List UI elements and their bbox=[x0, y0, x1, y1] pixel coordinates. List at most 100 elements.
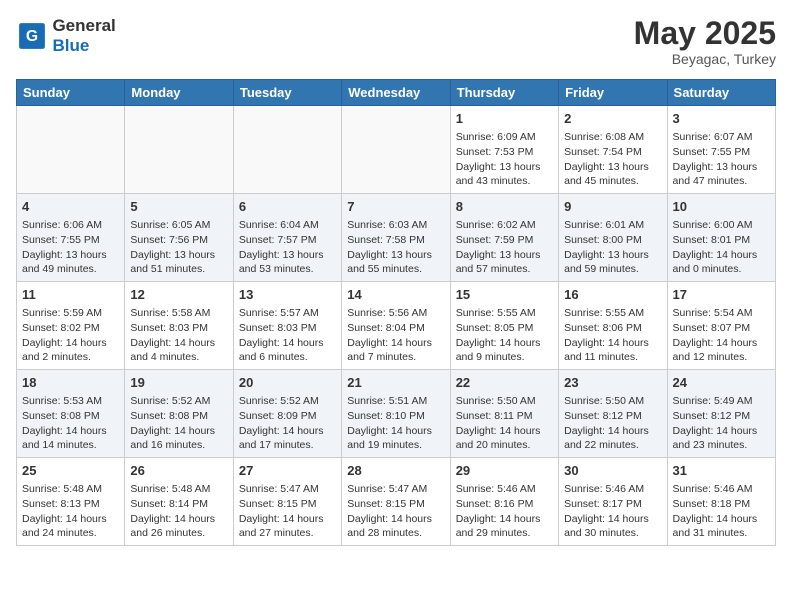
day-info-line: Daylight: 14 hours bbox=[564, 424, 661, 439]
calendar-cell: 12Sunrise: 5:58 AMSunset: 8:03 PMDayligh… bbox=[125, 282, 233, 370]
day-number: 23 bbox=[564, 374, 661, 392]
day-info-line: and 29 minutes. bbox=[456, 526, 553, 541]
weekday-header-wednesday: Wednesday bbox=[342, 80, 450, 106]
month-title: May 2025 bbox=[634, 16, 776, 51]
day-number: 29 bbox=[456, 462, 553, 480]
day-info-line: Sunset: 8:06 PM bbox=[564, 321, 661, 336]
calendar-cell bbox=[233, 106, 341, 194]
day-info-line: Sunset: 8:16 PM bbox=[456, 497, 553, 512]
calendar-cell: 31Sunrise: 5:46 AMSunset: 8:18 PMDayligh… bbox=[667, 457, 775, 545]
day-info-line: Sunrise: 5:57 AM bbox=[239, 306, 336, 321]
day-info-line: Sunrise: 6:01 AM bbox=[564, 218, 661, 233]
day-number: 16 bbox=[564, 286, 661, 304]
calendar-week-5: 25Sunrise: 5:48 AMSunset: 8:13 PMDayligh… bbox=[17, 457, 776, 545]
day-info-line: Sunset: 8:10 PM bbox=[347, 409, 444, 424]
day-info-line: Sunset: 8:17 PM bbox=[564, 497, 661, 512]
day-info-line: Daylight: 14 hours bbox=[456, 424, 553, 439]
day-info-line: Sunrise: 5:47 AM bbox=[239, 482, 336, 497]
day-number: 3 bbox=[673, 110, 770, 128]
calendar-cell: 24Sunrise: 5:49 AMSunset: 8:12 PMDayligh… bbox=[667, 370, 775, 458]
day-info-line: Daylight: 14 hours bbox=[456, 512, 553, 527]
day-info-line: and 17 minutes. bbox=[239, 438, 336, 453]
day-info-line: Daylight: 13 hours bbox=[22, 248, 119, 263]
day-number: 5 bbox=[130, 198, 227, 216]
calendar-cell: 21Sunrise: 5:51 AMSunset: 8:10 PMDayligh… bbox=[342, 370, 450, 458]
calendar-cell: 6Sunrise: 6:04 AMSunset: 7:57 PMDaylight… bbox=[233, 194, 341, 282]
day-info-line: Daylight: 14 hours bbox=[673, 248, 770, 263]
day-info-line: Daylight: 14 hours bbox=[22, 512, 119, 527]
calendar-cell: 15Sunrise: 5:55 AMSunset: 8:05 PMDayligh… bbox=[450, 282, 558, 370]
day-info-line: Sunset: 7:56 PM bbox=[130, 233, 227, 248]
day-info-line: Sunrise: 5:48 AM bbox=[130, 482, 227, 497]
day-info-line: Sunrise: 5:50 AM bbox=[564, 394, 661, 409]
day-number: 22 bbox=[456, 374, 553, 392]
calendar-cell: 7Sunrise: 6:03 AMSunset: 7:58 PMDaylight… bbox=[342, 194, 450, 282]
day-info-line: Sunrise: 5:58 AM bbox=[130, 306, 227, 321]
day-info-line: Sunset: 8:05 PM bbox=[456, 321, 553, 336]
day-info-line: Daylight: 14 hours bbox=[673, 424, 770, 439]
day-info-line: Sunrise: 5:55 AM bbox=[456, 306, 553, 321]
day-info-line: and 0 minutes. bbox=[673, 262, 770, 277]
day-info-line: Sunset: 8:07 PM bbox=[673, 321, 770, 336]
day-number: 4 bbox=[22, 198, 119, 216]
calendar-cell: 30Sunrise: 5:46 AMSunset: 8:17 PMDayligh… bbox=[559, 457, 667, 545]
day-number: 20 bbox=[239, 374, 336, 392]
day-info-line: Sunrise: 5:46 AM bbox=[564, 482, 661, 497]
calendar-cell: 4 Sunrise: 6:06 AMSunset: 7:55 PMDaylight… bbox=[17, 194, 125, 282]
day-info-line: and 12 minutes. bbox=[673, 350, 770, 365]
day-info-line: Sunset: 8:04 PM bbox=[347, 321, 444, 336]
day-number: 31 bbox=[673, 462, 770, 480]
day-number: 7 bbox=[347, 198, 444, 216]
day-info-line: Sunset: 8:02 PM bbox=[22, 321, 119, 336]
day-info-line: and 14 minutes. bbox=[22, 438, 119, 453]
day-number: 18 bbox=[22, 374, 119, 392]
calendar-cell: 11Sunrise: 5:59 AMSunset: 8:02 PMDayligh… bbox=[17, 282, 125, 370]
day-info-line: Sunset: 7:55 PM bbox=[22, 233, 119, 248]
calendar-cell: 8Sunrise: 6:02 AMSunset: 7:59 PMDaylight… bbox=[450, 194, 558, 282]
day-info-line: Daylight: 14 hours bbox=[239, 424, 336, 439]
day-info-line: and 55 minutes. bbox=[347, 262, 444, 277]
calendar-cell: 10Sunrise: 6:00 AMSunset: 8:01 PMDayligh… bbox=[667, 194, 775, 282]
calendar-cell: 17Sunrise: 5:54 AMSunset: 8:07 PMDayligh… bbox=[667, 282, 775, 370]
day-info-line: Daylight: 13 hours bbox=[673, 160, 770, 175]
day-info-line: Sunrise: 5:56 AM bbox=[347, 306, 444, 321]
calendar-cell: 2Sunrise: 6:08 AMSunset: 7:54 PMDaylight… bbox=[559, 106, 667, 194]
day-info-line: Daylight: 14 hours bbox=[673, 512, 770, 527]
day-info-line: Sunset: 8:03 PM bbox=[130, 321, 227, 336]
title-block: May 2025 Beyagac, Turkey bbox=[634, 16, 776, 67]
day-info-line: Sunset: 8:15 PM bbox=[347, 497, 444, 512]
day-number: 24 bbox=[673, 374, 770, 392]
day-info-line: Daylight: 14 hours bbox=[347, 336, 444, 351]
logo: G General Blue bbox=[16, 16, 116, 56]
day-info-line: and 22 minutes. bbox=[564, 438, 661, 453]
day-number: 10 bbox=[673, 198, 770, 216]
day-number: 28 bbox=[347, 462, 444, 480]
weekday-header-friday: Friday bbox=[559, 80, 667, 106]
calendar-cell: 5 Sunrise: 6:05 AMSunset: 7:56 PMDaylight… bbox=[125, 194, 233, 282]
day-number: 25 bbox=[22, 462, 119, 480]
day-info-line: and 53 minutes. bbox=[239, 262, 336, 277]
calendar-cell bbox=[125, 106, 233, 194]
day-number: 17 bbox=[673, 286, 770, 304]
weekday-header-saturday: Saturday bbox=[667, 80, 775, 106]
logo-general: General bbox=[52, 16, 115, 35]
day-info-line: and 51 minutes. bbox=[130, 262, 227, 277]
day-info-line: Sunrise: 6:02 AM bbox=[456, 218, 553, 233]
day-info-line: Daylight: 13 hours bbox=[130, 248, 227, 263]
calendar-week-3: 11Sunrise: 5:59 AMSunset: 8:02 PMDayligh… bbox=[17, 282, 776, 370]
day-info-line: Daylight: 14 hours bbox=[22, 424, 119, 439]
day-info-line: Sunrise: 5:47 AM bbox=[347, 482, 444, 497]
calendar-cell: 19Sunrise: 5:52 AMSunset: 8:08 PMDayligh… bbox=[125, 370, 233, 458]
day-number: 2 bbox=[564, 110, 661, 128]
day-info-line: and 26 minutes. bbox=[130, 526, 227, 541]
day-info-line: Sunrise: 6:04 AM bbox=[239, 218, 336, 233]
weekday-header-monday: Monday bbox=[125, 80, 233, 106]
calendar-cell: 13Sunrise: 5:57 AMSunset: 8:03 PMDayligh… bbox=[233, 282, 341, 370]
day-info-line: Sunrise: 6:05 AM bbox=[130, 218, 227, 233]
day-number: 15 bbox=[456, 286, 553, 304]
day-info-line: Sunset: 8:08 PM bbox=[130, 409, 227, 424]
calendar-cell: 25Sunrise: 5:48 AMSunset: 8:13 PMDayligh… bbox=[17, 457, 125, 545]
day-info-line: Sunrise: 6:06 AM bbox=[22, 218, 119, 233]
day-info-line: Daylight: 13 hours bbox=[456, 248, 553, 263]
day-info-line: and 30 minutes. bbox=[564, 526, 661, 541]
